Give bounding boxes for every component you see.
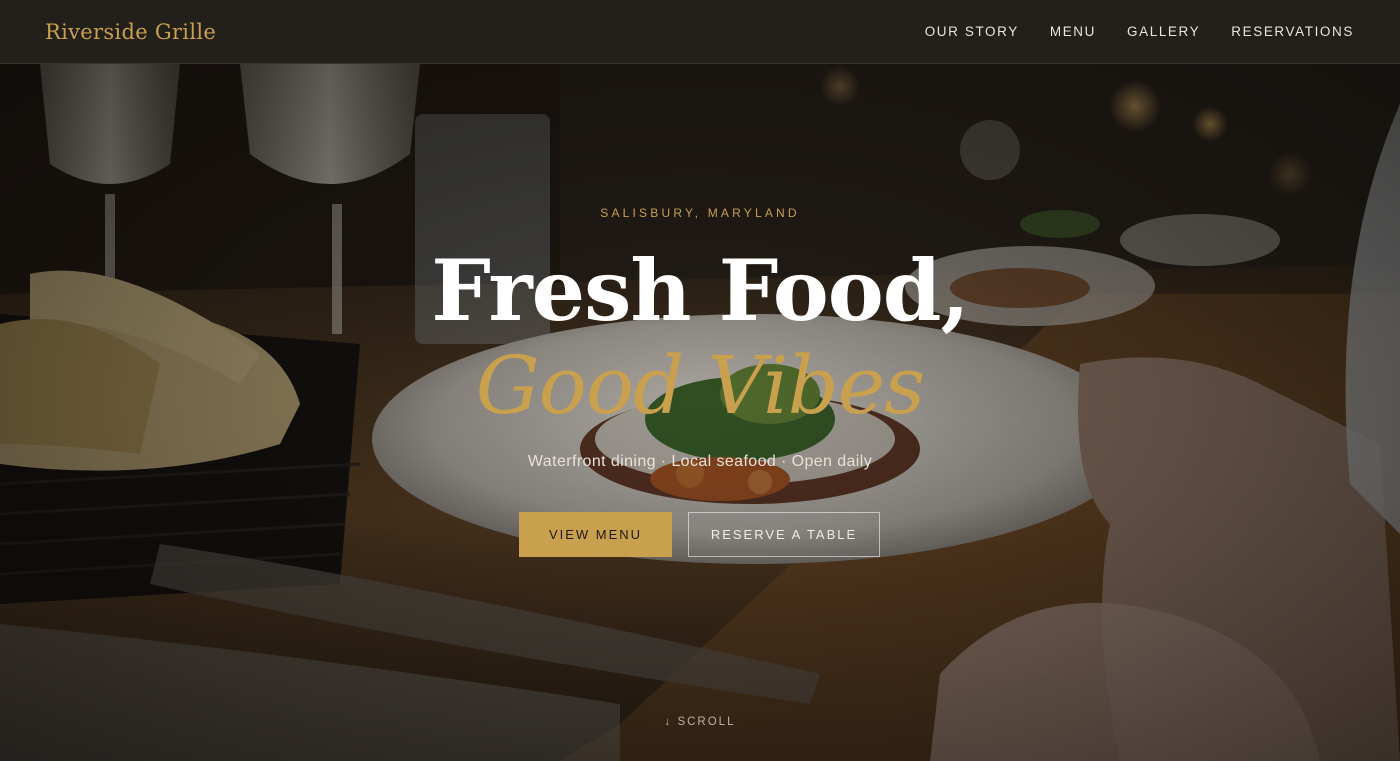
main-nav: OUR STORY MENU GALLERY RESERVATIONS bbox=[925, 24, 1354, 39]
brand-logo-link[interactable]: Riverside Grille bbox=[45, 20, 216, 44]
hero-section: SALISBURY, MARYLAND Fresh Food, Good Vib… bbox=[0, 64, 1400, 761]
hero-cta-group: VIEW MENU RESERVE A TABLE bbox=[519, 512, 880, 557]
hero-copy: SALISBURY, MARYLAND Fresh Food, Good Vib… bbox=[0, 64, 1400, 761]
hero-headline-accent: Good Vibes bbox=[475, 339, 925, 432]
nav-link-gallery[interactable]: GALLERY bbox=[1127, 24, 1200, 39]
reserve-table-button[interactable]: RESERVE A TABLE bbox=[688, 512, 880, 557]
nav-link-menu[interactable]: MENU bbox=[1050, 24, 1096, 39]
nav-link-our-story[interactable]: OUR STORY bbox=[925, 24, 1019, 39]
location-kicker: SALISBURY, MARYLAND bbox=[600, 206, 800, 220]
scroll-hint[interactable]: ↓ SCROLL bbox=[0, 716, 1400, 728]
view-menu-button[interactable]: VIEW MENU bbox=[519, 512, 672, 557]
nav-link-reservations[interactable]: RESERVATIONS bbox=[1231, 24, 1354, 39]
site-header: Riverside Grille OUR STORY MENU GALLERY … bbox=[0, 0, 1400, 64]
hero-headline: Fresh Food, bbox=[431, 241, 970, 340]
hero-tagline: Waterfront dining · Local seafood · Open… bbox=[527, 453, 873, 470]
